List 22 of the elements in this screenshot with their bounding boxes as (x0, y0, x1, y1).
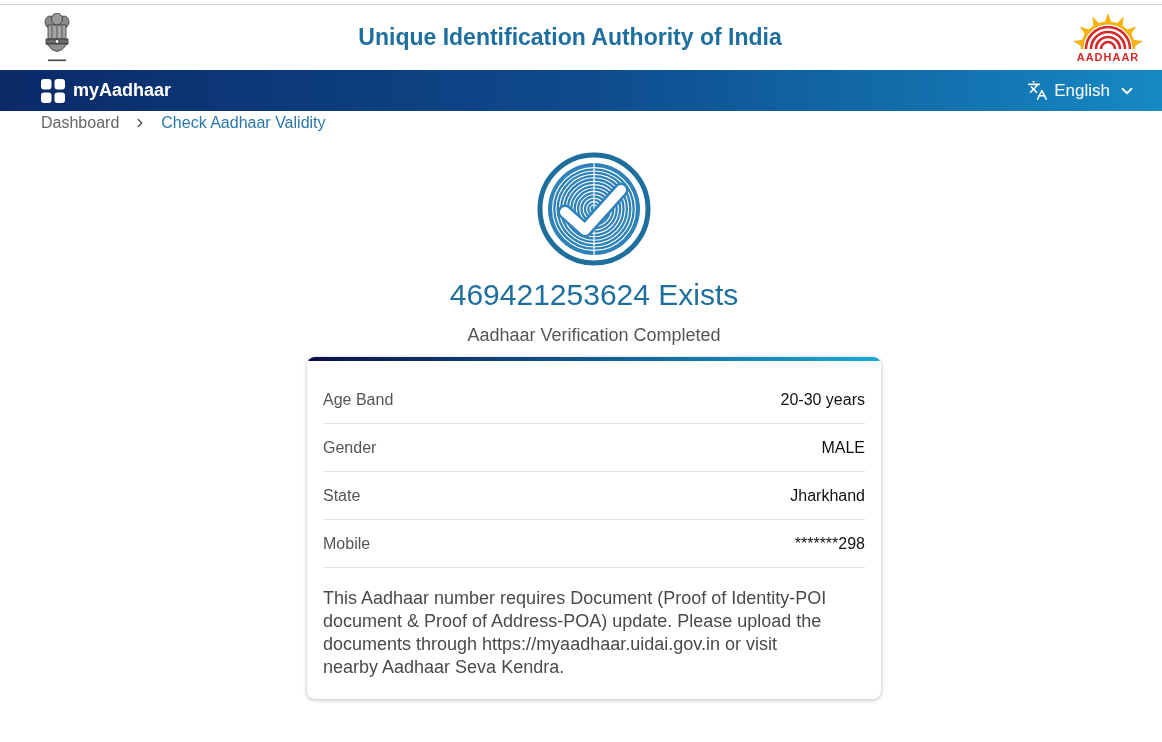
logo-wordmark: AADHAAR (1076, 50, 1140, 63)
detail-value: Jharkhand (790, 485, 865, 506)
verified-fingerprint-check-icon (537, 152, 651, 266)
language-dropdown[interactable]: English (1027, 77, 1136, 104)
site-title: Unique Identification Authority of India (358, 23, 782, 53)
result-subtitle: Aadhaar Verification Completed (467, 324, 721, 347)
national-emblem-icon (42, 12, 72, 63)
detail-value: 20-30 years (780, 389, 865, 410)
breadcrumb-link[interactable]: Dashboard (41, 111, 120, 135)
detail-label: Gender (323, 437, 377, 458)
detail-label: State (323, 485, 361, 506)
translate-icon (1027, 80, 1049, 101)
detail-label: Age Band (323, 389, 394, 410)
detail-label: Mobile (323, 533, 371, 554)
detail-value: *******298 (794, 533, 865, 554)
fingerprint-sun-logo-icon (1072, 12, 1144, 51)
brand-link[interactable]: myAadhaar (41, 77, 172, 104)
grid-icon (41, 78, 65, 103)
detail-value: MALE (821, 437, 865, 458)
result-heading: 469421253624 Exists (449, 277, 739, 313)
breadcrumb-link[interactable]: Check Aadhaar Validity (161, 111, 326, 135)
notice-text: This Aadhaar number requires Document (Proof of Identity-POI document & Proof of Address-POA) update. Please upload the documents through https://myaadhaar.uidai.gov.in or visit nearby Aadhaar Seva Kendra. (323, 587, 828, 679)
